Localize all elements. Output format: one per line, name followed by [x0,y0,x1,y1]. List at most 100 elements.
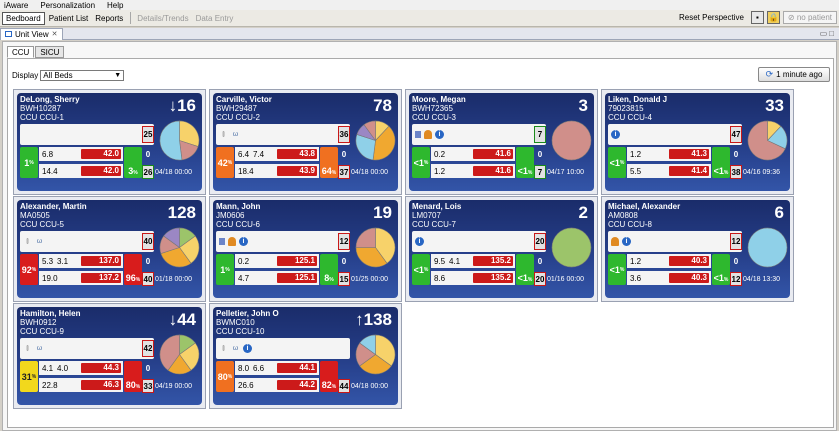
pie-timestamp: 01/18 00:00 [155,276,192,283]
pie-timestamp: 04/19 00:00 [155,383,192,390]
patient-location: CCU CCU-2 [216,113,260,122]
document-icon [415,131,421,138]
status-icon-strip [20,124,154,145]
patient-name[interactable]: Michael, Alexander [608,202,680,211]
patient-card[interactable]: Michael, Alexander AM0808 CCU CCU-8 6 i … [601,196,794,302]
patient-id: MA0505 [20,211,50,220]
info-icon[interactable]: i [243,344,252,353]
patient-card[interactable]: Liken, Donald J 79023815 CCU CCU-4 33 i … [601,89,794,195]
risk-pie-chart[interactable] [746,226,789,269]
toolbar-patient-list[interactable]: Patient List [46,13,92,24]
left-risk-value: <1 [413,264,424,275]
patient-name[interactable]: Carville, Victor [216,95,272,104]
left-risk-badge: <1% [608,254,626,285]
toolbar-details-trends[interactable]: Details/Trends [134,13,191,24]
pie-timestamp: 04/18 00:00 [351,169,388,176]
info-icon[interactable]: i [239,237,248,246]
info-icon[interactable]: i [622,237,631,246]
save-icon[interactable]: ▪ [750,11,764,24]
risk-pie-chart[interactable] [158,226,201,269]
pie-svg [159,120,200,161]
right-risk-value: 64 [321,166,332,176]
patient-name[interactable]: Mann, John [216,202,260,211]
info-icon[interactable]: i [415,237,424,246]
pie-timestamp: 01/16 00:00 [547,276,584,283]
patient-card[interactable]: Menard, Lois LM0707 CCU CCU-7 2 i 20 <1%… [405,196,598,302]
right-risk-unit: % [331,170,337,176]
acuity-score: 6 [774,203,784,222]
info-icon[interactable]: i [611,130,620,139]
tab-ccu[interactable]: CCU [7,46,35,58]
pie-svg [747,120,788,161]
toolbar-data-entry[interactable]: Data Entry [193,13,237,24]
risk-pie-chart[interactable] [354,333,397,376]
menu-help[interactable]: Help [107,1,123,10]
patient-card-body: DeLong, Sherry BWH10287 CCU CCU-1 ↓16 25… [17,93,202,191]
left-risk-value: <1 [609,264,620,275]
right-risk-value: <1 [517,273,528,283]
lung-icon: ω [232,345,239,352]
mid-count: 0 [145,256,151,266]
patient-name[interactable]: Liken, Donald J [608,95,667,104]
display-select[interactable]: All Beds ▼ [40,70,125,81]
vital-value-a: 4.7 [238,273,250,283]
menu-personalization[interactable]: Personalization [40,1,95,10]
refresh-icon: ⟳ [765,69,774,79]
patient-location: CCU CCU-10 [216,327,265,336]
patient-name[interactable]: Hamilton, Helen [20,309,80,318]
info-icon[interactable]: i [435,130,444,139]
patient-card[interactable]: Hamilton, Helen BWH0912 CCU CCU-9 ↓44 ⫾ ω… [13,303,206,409]
patient-card[interactable]: Carville, Victor BWH29487 CCU CCU-2 78 ⫾… [209,89,402,195]
right-risk-unit: % [527,170,533,176]
patient-card[interactable]: Alexander, Martin MA0505 CCU CCU-5 128 ⫾… [13,196,206,302]
menu-iaware[interactable]: iAware [4,1,28,10]
toolbar-reports[interactable]: Reports [92,13,126,24]
right-risk-badge: <1% [516,147,534,178]
left-risk-badge: 92% [20,254,38,285]
patient-card[interactable]: Pelletier, John O BWMC010 CCU CCU-10 ↑13… [209,303,402,409]
patient-card[interactable]: Mann, John JM0606 CCU CCU-6 19 i 12 1% 0… [209,196,402,302]
patient-name[interactable]: Pelletier, John O [216,309,279,318]
left-risk-value: 31 [21,371,32,382]
vital-bar-value: 137.2 [81,273,121,283]
risk-pie-chart[interactable] [354,226,397,269]
right-risk-unit: % [527,277,533,283]
vital-bar-value: 42.0 [81,166,121,176]
tab-unit-view[interactable]: Unit View ✕ [0,27,63,40]
strip-count-badge: 47 [730,126,742,143]
patient-name[interactable]: Moore, Megan [412,95,466,104]
vitals-row: 4.1 4.0 44.3 [39,361,123,375]
no-patient-label: no patient [796,13,832,22]
patient-card[interactable]: Moore, Megan BWH72365 CCU CCU-3 3 i 7 <1… [405,89,598,195]
window-controls[interactable]: ▭□ [820,29,836,38]
patient-name[interactable]: Alexander, Martin [20,202,87,211]
pie-timestamp: 04/18 00:00 [351,383,388,390]
acuity-score: ↓16 [168,96,196,115]
toolbar-bedboard[interactable]: Bedboard [2,11,45,25]
risk-pie-chart[interactable] [746,119,789,162]
patient-name[interactable]: DeLong, Sherry [20,95,80,104]
strip-count-badge: 12 [730,233,742,250]
vital-value-a: 8.0 [238,363,250,373]
left-risk-badge: 31% [20,361,38,392]
lock-icon[interactable]: 🔒 [766,11,780,24]
vitals-row: 26.6 44.2 [235,378,319,392]
right-risk-unit: % [135,277,141,283]
patient-name[interactable]: Menard, Lois [412,202,461,211]
risk-pie-chart[interactable] [550,119,593,162]
risk-pie-chart[interactable] [354,119,397,162]
vitals-row: 5.3 3.1 137.0 [39,254,123,268]
low-count-badge: 37 [338,165,350,179]
vitals-row: 6.8 42.0 [39,147,123,161]
patient-location: CCU CCU-7 [412,220,456,229]
tab-sicu[interactable]: SICU [35,46,65,58]
risk-pie-chart[interactable] [550,226,593,269]
reset-perspective-button[interactable]: Reset Perspective [676,12,747,23]
pie-svg [159,227,200,268]
iv-tube-icon: ⫾ [26,344,29,352]
patient-card[interactable]: DeLong, Sherry BWH10287 CCU CCU-1 ↓16 25… [13,89,206,195]
risk-pie-chart[interactable] [158,333,201,376]
refresh-button[interactable]: ⟳ 1 minute ago [758,67,830,82]
risk-pie-chart[interactable] [158,119,201,162]
close-icon[interactable]: ✕ [52,30,58,38]
